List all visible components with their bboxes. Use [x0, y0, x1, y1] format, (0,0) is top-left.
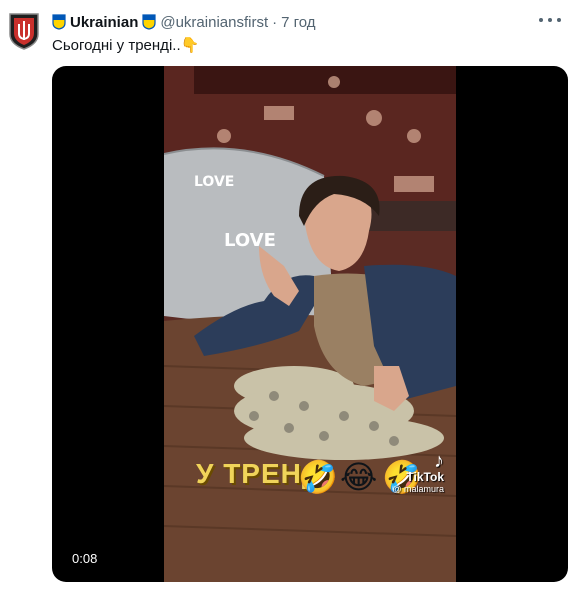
svg-text:LOVE: LOVE [194, 174, 234, 190]
avatar[interactable] [8, 12, 40, 50]
emoji-rolling-laughing: 🤣 [298, 459, 338, 495]
tweet-header: Ukrainian @ukrainiansfirst · 7 год [52, 12, 539, 32]
shield-emblem-icon [9, 13, 39, 50]
ukraine-shield-badge-icon [142, 14, 156, 30]
author-handle[interactable]: @ukrainiansfirst [160, 14, 268, 31]
tiktok-logo-text: TikTok [406, 470, 444, 484]
tiktok-logo-icon: ♪ [434, 450, 444, 472]
tiktok-watermark: ♪ TikTok @ malamura [392, 450, 444, 494]
video-frame[interactable]: LOVE LOVE LOVE [164, 66, 456, 582]
tweet-card[interactable]: Ukrainian @ukrainiansfirst · 7 год Сього… [0, 0, 579, 593]
video-player[interactable]: LOVE LOVE LOVE [52, 66, 568, 582]
emoji-tears-of-joy: 😂 [340, 459, 378, 495]
tiktok-username: @ malamura [392, 484, 444, 494]
video-timestamp: 0:08 [66, 549, 104, 568]
author-name[interactable]: Ukrainian [70, 14, 138, 31]
tweet-text: Сьогодні у тренді..👇 [52, 37, 200, 54]
svg-text:LOVE: LOVE [224, 230, 276, 251]
separator-dot: · [272, 13, 278, 31]
ukraine-shield-badge-icon [52, 14, 66, 30]
tweet-time[interactable]: 7 год [281, 14, 315, 31]
more-options-icon[interactable] [539, 12, 561, 28]
video-thumbnail: LOVE LOVE LOVE [164, 66, 456, 582]
